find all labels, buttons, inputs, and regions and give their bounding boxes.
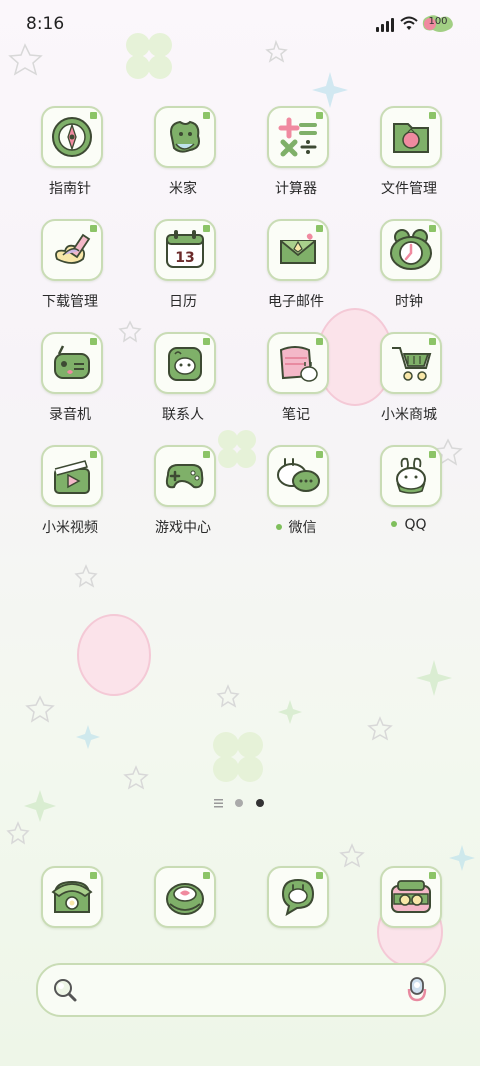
messages-icon[interactable]: [267, 866, 329, 928]
calculator-icon[interactable]: [267, 106, 329, 168]
qq-icon[interactable]: [380, 445, 442, 507]
app-notes[interactable]: 笔记: [246, 332, 346, 432]
app-label: 计算器: [275, 181, 317, 197]
icon-corner-mark: [316, 872, 323, 879]
app-qq[interactable]: QQ: [359, 445, 459, 545]
app-calculator[interactable]: 计算器: [246, 106, 346, 206]
app-calendar[interactable]: 13 日历: [133, 219, 233, 319]
app-label: 电子邮件: [268, 294, 324, 310]
calendar-icon[interactable]: 13: [154, 219, 216, 281]
app-label: 微信: [246, 517, 346, 537]
app-mijia[interactable]: 米家: [133, 106, 233, 206]
page-dot-active[interactable]: [256, 799, 264, 807]
icon-corner-mark: [203, 451, 210, 458]
icon-corner-mark: [203, 112, 210, 119]
app-label: 文件管理: [381, 181, 437, 197]
notes-icon[interactable]: [267, 332, 329, 394]
mi-store-icon[interactable]: [380, 332, 442, 394]
phone-icon[interactable]: [41, 866, 103, 928]
icon-corner-mark: [429, 338, 436, 345]
browser-icon[interactable]: [154, 866, 216, 928]
app-label: 联系人: [162, 407, 204, 423]
icon-corner-mark: [203, 338, 210, 345]
icon-corner-mark: [429, 225, 436, 232]
icon-corner-mark: [316, 451, 323, 458]
recorder-icon[interactable]: [41, 332, 103, 394]
battery-level: 100: [428, 16, 448, 27]
app-file-manager[interactable]: 文件管理: [359, 106, 459, 206]
icon-corner-mark: [429, 451, 436, 458]
icon-corner-mark: [316, 112, 323, 119]
app-label: 日历: [169, 294, 197, 310]
download-manager-icon[interactable]: [41, 219, 103, 281]
dock-browser[interactable]: [133, 866, 233, 966]
camera-icon[interactable]: [380, 866, 442, 928]
app-wechat[interactable]: 微信: [246, 445, 346, 545]
app-contacts[interactable]: 联系人: [133, 332, 233, 432]
icon-corner-mark: [429, 872, 436, 879]
app-mi-store[interactable]: 小米商城: [359, 332, 459, 432]
mijia-icon[interactable]: [154, 106, 216, 168]
app-label: 指南针: [49, 181, 91, 197]
app-download-manager[interactable]: 下载管理: [20, 219, 120, 319]
app-game-center[interactable]: 游戏中心: [133, 445, 233, 545]
icon-corner-mark: [316, 338, 323, 345]
battery-indicator: 100: [422, 15, 454, 33]
dock-camera[interactable]: [359, 866, 459, 966]
app-label: QQ: [359, 517, 459, 533]
app-mi-video[interactable]: 小米视频: [20, 445, 120, 545]
mi-video-icon[interactable]: [41, 445, 103, 507]
icon-corner-mark: [429, 112, 436, 119]
app-label: 下载管理: [42, 294, 98, 310]
app-recorder[interactable]: 录音机: [20, 332, 120, 432]
icon-corner-mark: [203, 225, 210, 232]
menu-lines-icon: [214, 799, 223, 808]
file-manager-icon[interactable]: [380, 106, 442, 168]
icon-corner-mark: [90, 872, 97, 879]
search-icon: [54, 979, 77, 1002]
wechat-icon[interactable]: [267, 445, 329, 507]
app-label: 笔记: [282, 407, 310, 423]
app-email[interactable]: 电子邮件: [246, 219, 346, 319]
clock-time: 8:16: [26, 14, 65, 34]
icon-corner-mark: [90, 112, 97, 119]
icon-corner-mark: [90, 338, 97, 345]
app-label: 录音机: [49, 407, 91, 423]
icon-corner-mark: [316, 225, 323, 232]
page-indicator[interactable]: [214, 797, 270, 809]
dock-phone[interactable]: [20, 866, 120, 966]
app-label: 小米视频: [42, 520, 98, 536]
icon-corner-mark: [203, 872, 210, 879]
clock-icon[interactable]: [380, 219, 442, 281]
icon-corner-mark: [90, 451, 97, 458]
svg-text:13: 13: [175, 250, 194, 266]
wifi-icon: [400, 16, 418, 30]
app-label: 米家: [169, 181, 197, 197]
status-bar: 8:16 100: [0, 0, 480, 50]
app-label: 小米商城: [381, 407, 437, 423]
app-label: 时钟: [395, 294, 423, 310]
app-compass[interactable]: 指南针: [20, 106, 120, 206]
compass-icon[interactable]: [41, 106, 103, 168]
microphone-icon[interactable]: [404, 975, 430, 1003]
app-clock[interactable]: 时钟: [359, 219, 459, 319]
app-label: 游戏中心: [155, 520, 211, 536]
search-bar[interactable]: [36, 963, 446, 1017]
contacts-icon[interactable]: [154, 332, 216, 394]
dock-messages[interactable]: [246, 866, 346, 966]
signal-icon: [376, 18, 396, 32]
email-icon[interactable]: [267, 219, 329, 281]
icon-corner-mark: [90, 225, 97, 232]
game-center-icon[interactable]: [154, 445, 216, 507]
page-dot[interactable]: [235, 799, 243, 807]
